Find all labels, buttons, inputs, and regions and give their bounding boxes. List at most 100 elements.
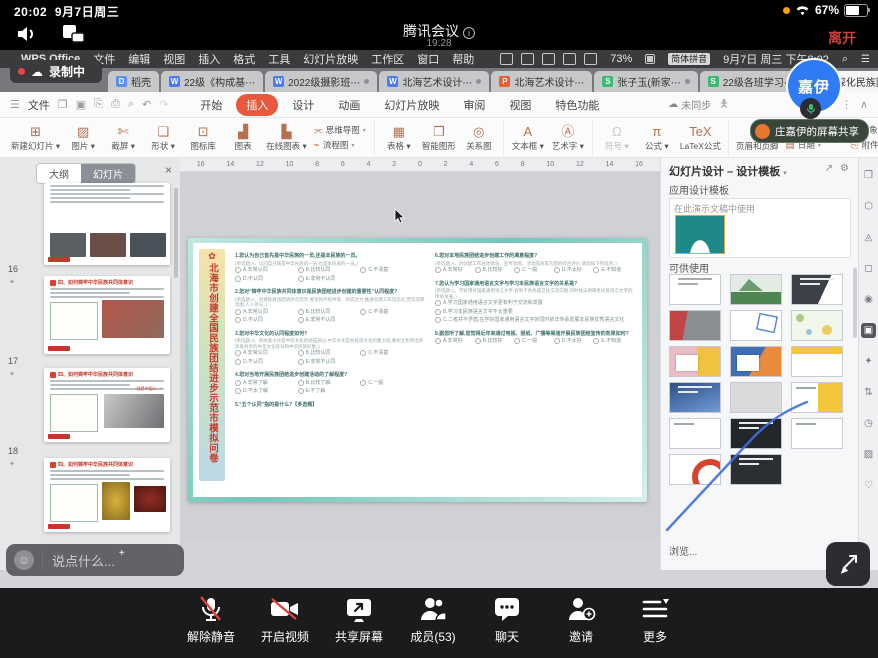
toolbar-button-流程图[interactable]: ⌁流程图▾ [314,139,366,151]
slide-thumbnail-15[interactable] [44,183,170,265]
doc-tab-3[interactable]: W北海艺术设计⋯ [379,71,489,92]
design-template-9[interactable] [791,346,843,377]
option[interactable]: A.非常认同 [235,267,298,274]
annotation-float-button[interactable] [826,542,870,586]
history-icon[interactable]: ◷ [861,416,876,431]
menu-item-6[interactable]: 幻灯片放映 [303,51,358,67]
design-template-3[interactable] [791,274,843,305]
option[interactable]: C.不清楚 [360,267,423,274]
undo-icon[interactable]: ↶ [142,98,151,111]
pyramid-icon[interactable]: ◬ [861,230,876,245]
option[interactable]: A.非常好 [435,338,475,345]
option[interactable]: C.不清楚 [360,309,423,316]
doc-tab-4[interactable]: P北海艺术设计⋯ [491,71,592,92]
share-user-icon[interactable]: 🯅 [719,95,729,114]
option[interactable]: D.不太好 [554,338,594,345]
more-vertical-icon[interactable]: ⋮ [841,98,852,111]
toolbar-button-LaTeX公式[interactable]: TeXLaTeX公式 [678,124,723,152]
option[interactable]: B.比较好 [475,338,515,345]
spotlight-icon[interactable]: ⌕ [842,53,848,66]
volume-icon[interactable] [584,53,597,65]
template-in-use[interactable] [675,215,725,254]
preview-icon[interactable]: ⌕ [128,98,134,111]
share-screen-button[interactable]: 共享屏幕 [326,594,392,645]
panel-scrollbar[interactable] [174,188,178,278]
panel-close-icon[interactable]: × [165,163,172,177]
design-template-17[interactable] [730,454,782,485]
quick-chat-bubble[interactable]: ☺ 说点什么... + [6,544,184,576]
more-button[interactable]: 更多 [622,594,688,645]
option[interactable]: E.不知道 [593,338,633,345]
menu-item-4[interactable]: 格式 [233,51,255,67]
start-video-button[interactable]: 开启视频 [252,594,318,645]
option[interactable]: C.一般 [514,267,554,274]
doc-tab-2[interactable]: W2022级摄影班⋯ [265,71,377,92]
toolbar-button-公式[interactable]: π公式 ▾ [638,124,676,152]
ribbon-tab-特色功能[interactable]: 特色功能 [545,94,609,116]
wifi-icon[interactable] [563,53,576,65]
option[interactable]: A.非常认同 [235,309,298,316]
shapes-icon[interactable]: ⬡ [861,199,876,214]
unmute-button[interactable]: 解除静音 [178,594,244,645]
favorite-icon[interactable]: ♡ [861,478,876,493]
doc-tab-5[interactable]: S张子玉(新家⋯ [594,71,697,92]
ime-badge[interactable]: 简体拼音 [668,53,710,65]
design-template-5[interactable] [730,310,782,341]
option[interactable]: A.学习国家通用语言文字更有利于交流和发展 [435,300,633,307]
design-template-14[interactable] [730,418,782,449]
option[interactable]: B.比较认同 [298,350,361,357]
ribbon-tab-审阅[interactable]: 审阅 [453,94,495,116]
menu-item-3[interactable]: 插入 [198,51,220,67]
print-icon[interactable]: ⎙ [111,98,120,111]
menu-item-9[interactable]: 帮助 [452,51,474,67]
file-menu[interactable]: 文件 [28,97,50,113]
option[interactable]: D.不认同 [235,276,298,283]
menu-item-1[interactable]: 编辑 [128,51,150,67]
option[interactable]: D.不认同 [235,317,298,324]
option[interactable]: C.不清楚 [360,350,423,357]
ribbon-tab-视图[interactable]: 视图 [499,94,541,116]
option[interactable]: C.一般 [360,380,423,387]
option[interactable]: D.不认同 [235,359,298,366]
members-button[interactable]: 成员(53) [400,594,466,645]
bluetooth-icon[interactable] [542,53,555,65]
save-icon[interactable]: ▣ [76,98,86,111]
ribbon-tab-幻灯片放映[interactable]: 幻灯片放映 [374,94,449,116]
doc-tab-0[interactable]: D稻壳 [108,71,159,92]
chat-button[interactable]: 聊天 [474,594,540,645]
design-template-1[interactable] [669,274,721,305]
doc-tab-1[interactable]: W22级《构成基⋯ [161,71,263,92]
design-template-4[interactable] [669,310,721,341]
option[interactable]: B.比较认同 [298,309,361,316]
popout-icon[interactable]: ↗ [825,163,833,174]
design-template-6[interactable] [791,310,843,341]
option[interactable]: B.学习本民族语言文字不太重要 [435,309,633,316]
option[interactable]: C.二者并不矛盾,在学好国家通用语言文字的同时依法传承发展本民族优秀语言文化 [435,317,633,324]
mirror-icon[interactable] [521,53,534,65]
ribbon-tab-设计[interactable]: 设计 [282,94,324,116]
option[interactable]: E.非常不认同 [298,276,361,283]
option[interactable]: A.非常认同 [235,350,298,357]
design-template-16[interactable] [669,454,721,485]
design-template-15[interactable] [791,418,843,449]
toolbar-button-形状[interactable]: ❏形状 ▾ [144,124,182,152]
option[interactable]: B.比较认同 [298,267,361,274]
open-icon[interactable]: ❐ [58,98,68,111]
design-template-8[interactable] [730,346,782,377]
toolbar-button-在线图表[interactable]: ▙在线图表 ▾ [264,124,309,152]
option[interactable]: D.不太了解 [235,388,298,395]
sync-status[interactable]: ☁未同步 [668,97,711,112]
toolbar-button-新建幻灯片[interactable]: ⊞新建幻灯片 ▾ [9,124,62,152]
option[interactable]: D.不太好 [554,267,594,274]
option[interactable]: B.比较了解 [298,380,361,387]
menu-item-7[interactable]: 工作区 [371,51,404,67]
ribbon-tab-插入[interactable]: 插入 [236,94,278,116]
megaphone-icon[interactable]: ◻ [861,261,876,276]
slide-thumbnail-17[interactable]: 四、如何铸牢中华民族共同体意识“我是中国人⋯” [44,368,170,442]
leave-button[interactable]: 离开 [828,28,856,48]
templates-icon[interactable]: ▣ [861,323,876,338]
menu-item-8[interactable]: 窗口 [417,51,439,67]
design-template-12[interactable] [791,382,843,413]
slider-icon[interactable]: ⇅ [861,385,876,400]
collapse-ribbon-icon[interactable]: ∧ [860,98,868,111]
